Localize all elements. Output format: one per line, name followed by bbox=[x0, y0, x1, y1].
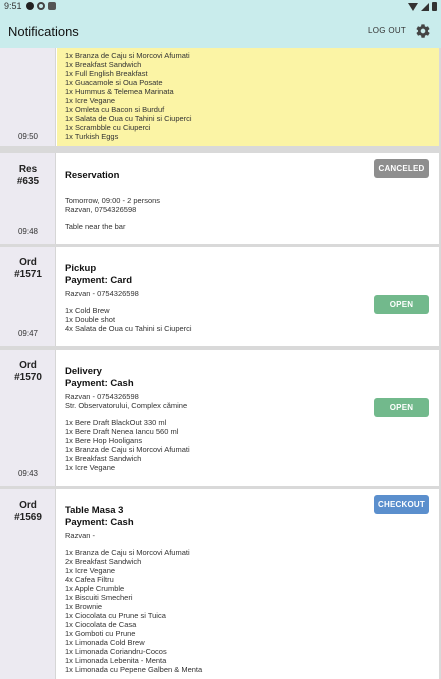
page-title: Notifications bbox=[8, 24, 79, 39]
status-badge[interactable]: CANCELED bbox=[374, 159, 429, 178]
order-card[interactable]: 09:50 1x Branza de Caju si Morcovi Afuma… bbox=[0, 48, 439, 146]
order-item: 1x Bere Draft BlackOut 330 ml bbox=[65, 418, 167, 427]
order-time: 09:50 bbox=[17, 132, 39, 141]
order-item: 1x Full English Breakfast bbox=[65, 69, 148, 78]
order-item: 1x Limonada cu Pepene Galben & Menta bbox=[65, 665, 203, 674]
order-number: #1571 bbox=[14, 269, 42, 280]
order-item: 1x Hummus & Telemea Marinata bbox=[65, 87, 174, 96]
order-item: 1x Branza de Caju si Morcovi Afumati bbox=[65, 445, 190, 454]
order-title: Pickup bbox=[65, 263, 97, 274]
order-item: 1x Brownie bbox=[65, 602, 103, 611]
order-side-panel: 09:50 bbox=[0, 48, 56, 146]
order-item: 1x Gomboti cu Prune bbox=[65, 629, 136, 638]
order-item: 1x Scrambble cu Ciuperci bbox=[65, 123, 151, 132]
app-bar: Notifications LOG OUT bbox=[0, 14, 441, 48]
order-item: 1x Bere Hop Hooligans bbox=[65, 436, 143, 445]
order-item: 1x Icre Vegane bbox=[65, 463, 116, 472]
sync-icon bbox=[37, 2, 45, 10]
payment-method: Payment: Card bbox=[65, 275, 133, 286]
order-body: Table Masa 3 Payment: Cash Razvan - 1x B… bbox=[57, 489, 439, 679]
order-item: 1x Bere Draft Nenea Iancu 560 ml bbox=[65, 427, 179, 436]
order-item: 1x Salata de Oua cu Tahini si Ciuperci bbox=[65, 114, 192, 123]
customer-info: Razvan - bbox=[65, 531, 96, 540]
order-title: Delivery bbox=[65, 366, 102, 377]
system-icons bbox=[408, 2, 437, 11]
order-item: 1x Ciocolata de Casa bbox=[65, 620, 137, 629]
checkout-button[interactable]: CHECKOUT bbox=[374, 495, 429, 514]
status-time: 9:51 bbox=[4, 1, 22, 11]
order-item: 1x Limonada Cold Brew bbox=[65, 638, 145, 647]
order-item: 1x Branza de Caju si Morcovi Afumati bbox=[65, 548, 190, 557]
status-badge[interactable]: OPEN bbox=[374, 398, 429, 417]
order-item: 1x Double shot bbox=[65, 315, 116, 324]
order-number: #1570 bbox=[14, 372, 42, 383]
app-notification-icon bbox=[48, 2, 56, 10]
order-item: 1x Breakfast Sandwich bbox=[65, 454, 142, 463]
order-number: #1569 bbox=[14, 512, 42, 523]
order-kind: Ord bbox=[19, 360, 37, 371]
order-item: 1x Turkish Eggs bbox=[65, 132, 119, 141]
order-item: 1x Limonada Lebenita - Menta bbox=[65, 656, 167, 665]
order-side-panel: Ord #1570 09:43 bbox=[0, 350, 56, 486]
order-item: 1x Apple Crumble bbox=[65, 584, 125, 593]
reservation-note: Table near the bar bbox=[65, 222, 126, 231]
record-icon bbox=[26, 2, 34, 10]
order-card[interactable]: Ord #1571 09:47 Pickup Payment: Card Raz… bbox=[0, 247, 439, 346]
reservation-detail: Razvan, 0754326598 bbox=[65, 205, 137, 214]
order-card[interactable]: Ord #1570 09:43 Delivery Payment: Cash R… bbox=[0, 350, 439, 486]
order-item: 4x Cafea Filtru bbox=[65, 575, 114, 584]
notification-icons bbox=[26, 2, 56, 10]
order-item: 1x Limonada Coriandru-Cocos bbox=[65, 647, 167, 656]
order-item: 1x Biscuiti Smecheri bbox=[65, 593, 133, 602]
reservation-card[interactable]: Res #635 09:48 Reservation Tomorrow, 09:… bbox=[0, 153, 439, 244]
order-time: 09:47 bbox=[17, 329, 39, 338]
order-item: 2x Breakfast Sandwich bbox=[65, 557, 142, 566]
logout-button[interactable]: LOG OUT bbox=[368, 26, 406, 35]
notification-list[interactable]: 09:50 1x Branza de Caju si Morcovi Afuma… bbox=[0, 48, 441, 679]
wifi-icon bbox=[408, 2, 418, 11]
signal-icon bbox=[421, 2, 429, 11]
order-side-panel: Res #635 09:48 bbox=[0, 153, 56, 244]
order-item: 1x Omleta cu Bacon si Burduf bbox=[65, 105, 165, 114]
order-item: 1x Ciocolata cu Prune si Tuica bbox=[65, 611, 166, 620]
status-bar: 9:51 bbox=[0, 0, 441, 14]
payment-method: Payment: Cash bbox=[65, 378, 134, 389]
order-time: 09:43 bbox=[17, 469, 39, 478]
order-item: 1x Branza de Caju si Morcovi Afumati bbox=[65, 51, 190, 60]
order-body: 1x Branza de Caju si Morcovi Afumati 1x … bbox=[57, 48, 439, 146]
order-side-panel: Ord #1569 bbox=[0, 489, 56, 679]
order-item: 1x Breakfast Sandwich bbox=[65, 60, 142, 69]
reservation-detail: Tomorrow, 09:00 - 2 persons bbox=[65, 196, 161, 205]
order-body: Delivery Payment: Cash Razvan - 07543265… bbox=[57, 350, 439, 486]
order-kind: Res bbox=[18, 164, 38, 175]
gear-icon[interactable] bbox=[415, 23, 431, 39]
order-item: 4x Salata de Oua cu Tahini si Ciuperci bbox=[65, 324, 192, 333]
order-kind: Ord bbox=[19, 500, 37, 511]
battery-icon bbox=[432, 2, 437, 11]
order-time: 09:48 bbox=[17, 227, 39, 236]
order-item: 1x Icre Vegane bbox=[65, 96, 116, 105]
payment-method: Payment: Cash bbox=[65, 517, 134, 528]
order-kind: Ord bbox=[19, 257, 37, 268]
order-item: 1x Guacamole si Oua Posate bbox=[65, 78, 163, 87]
order-number: #635 bbox=[16, 176, 40, 187]
order-item: 1x Icre Vegane bbox=[65, 566, 116, 575]
status-badge[interactable]: OPEN bbox=[374, 295, 429, 314]
order-side-panel: Ord #1571 09:47 bbox=[0, 247, 56, 346]
order-card[interactable]: Ord #1569 Table Masa 3 Payment: Cash Raz… bbox=[0, 489, 439, 679]
